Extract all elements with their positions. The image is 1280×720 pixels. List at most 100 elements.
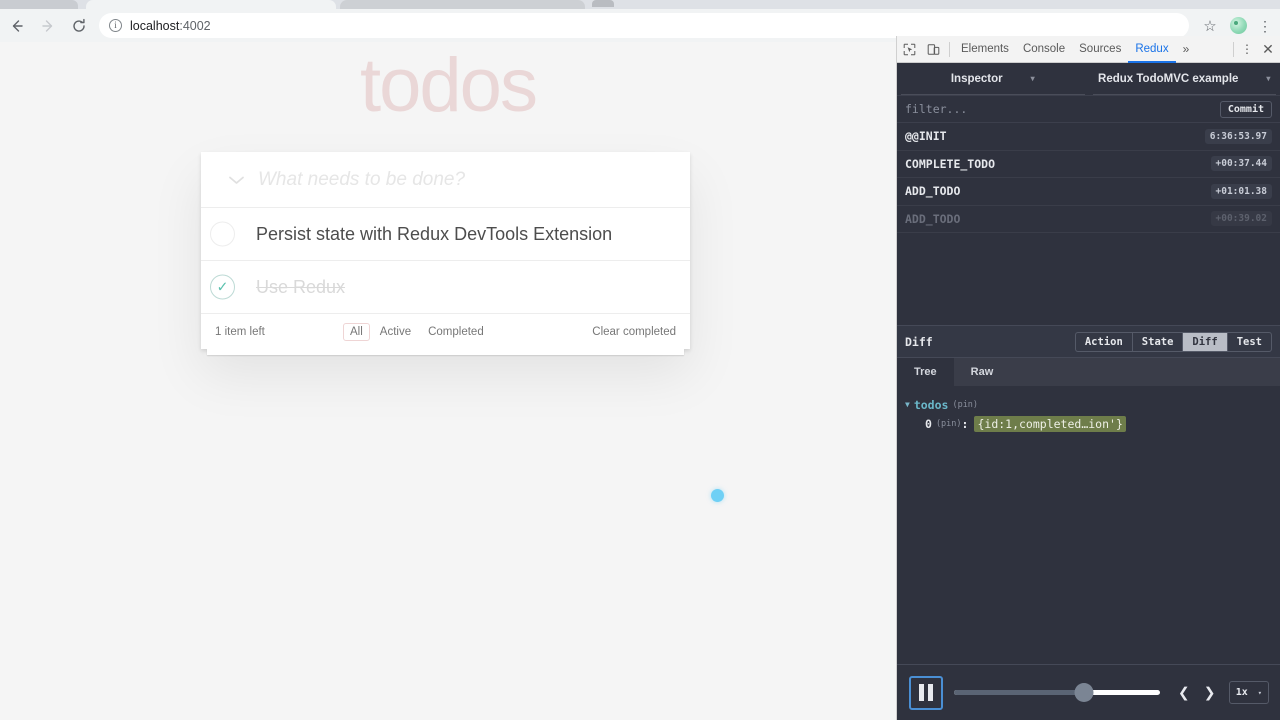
action-type: COMPLETE_TODO [905, 156, 996, 171]
todo-footer: 1 item left All Active Completed Clear c… [201, 314, 690, 349]
slider-thumb[interactable] [1074, 683, 1094, 702]
tree-child-row[interactable]: 0 (pin) : {id:1,completed…ion'} [905, 414, 1272, 433]
toolbar-divider [949, 41, 950, 57]
reload-icon[interactable] [65, 12, 93, 40]
tab-tree[interactable]: Tree [897, 358, 954, 386]
instance-select[interactable]: Redux TodoMVC example ▾ [1092, 63, 1276, 95]
tab-elements[interactable]: Elements [954, 36, 1016, 63]
action-timestamp: +01:01.38 [1210, 183, 1272, 199]
action-type: ADD_TODO [905, 184, 961, 199]
toolbar-right-actions: ☆ ⋮ [1197, 17, 1280, 35]
prev-action-icon[interactable]: ❮ [1171, 682, 1197, 704]
toolbar-divider [1233, 41, 1234, 57]
playback-speed-select[interactable]: 1x ▾ [1228, 681, 1269, 704]
timeline-slider[interactable] [954, 682, 1160, 704]
browser-tab-partial-2[interactable] [340, 0, 585, 9]
mouse-cursor-dot [711, 489, 724, 502]
action-row[interactable]: ADD_TODO +01:01.38 [897, 178, 1280, 206]
action-list: @@INIT 6:36:53.97 COMPLETE_TODO +00:37.4… [897, 123, 1280, 325]
filter-active[interactable]: Active [373, 323, 418, 341]
diff-view-tabs-fill [1010, 358, 1280, 386]
action-row[interactable]: COMPLETE_TODO +00:37.44 [897, 151, 1280, 178]
monitor-select[interactable]: Inspector ▾ [901, 63, 1085, 95]
filter-all[interactable]: All [343, 322, 370, 341]
todo-item-1[interactable]: Use Redux [201, 261, 690, 314]
diff-view-tabs: Tree Raw [897, 358, 1280, 386]
devtools-tab-bar: Elements Console Sources Redux » ⋮ ✕ [897, 36, 1280, 63]
action-timestamp: +00:39.02 [1210, 211, 1272, 227]
url-port: :4002 [179, 18, 211, 33]
playback-speed-label: 1x [1235, 687, 1248, 698]
inspector-tabs: Action State Diff Test [1074, 331, 1272, 352]
action-timestamp: +00:37.44 [1210, 156, 1272, 172]
pause-icon [919, 684, 924, 701]
todo-item-0[interactable]: Persist state with Redux DevTools Extens… [201, 208, 690, 261]
inspector-title: Diff [905, 334, 933, 349]
redux-extension-icon[interactable] [1230, 17, 1247, 34]
browser-tab-active[interactable] [86, 0, 336, 9]
commit-button[interactable]: Commit [1219, 100, 1272, 118]
triangle-down-icon[interactable]: ▼ [905, 400, 910, 409]
new-tab-button[interactable] [592, 0, 614, 7]
chevron-down-icon[interactable] [211, 152, 261, 208]
tab-raw[interactable]: Raw [954, 358, 1011, 386]
next-action-icon[interactable]: ❯ [1197, 682, 1223, 704]
inspect-element-icon[interactable] [897, 36, 921, 63]
bookmark-star-icon[interactable]: ☆ [1197, 17, 1223, 35]
tab-console[interactable]: Console [1016, 36, 1072, 63]
close-icon[interactable]: ✕ [1256, 41, 1280, 58]
devtools-menu-icon[interactable]: ⋮ [1238, 42, 1256, 56]
tree-value: {id:1,completed…ion'} [974, 415, 1126, 432]
more-tabs-icon[interactable]: » [1176, 42, 1197, 56]
todo-toggle-checkbox-checked[interactable] [210, 274, 235, 300]
clear-completed-button[interactable]: Clear completed [592, 326, 676, 338]
action-timestamp: 6:36:53.97 [1204, 128, 1272, 144]
diff-tree: ▼ todos (pin) 0 (pin) : {id:1,completed…… [897, 386, 1280, 442]
screen: i localhost:4002 ☆ ⋮ todos Persist state… [0, 0, 1280, 720]
filter-completed[interactable]: Completed [421, 323, 491, 341]
tab-test[interactable]: Test [1226, 331, 1272, 352]
pin-label[interactable]: (pin) [952, 400, 978, 410]
address-bar[interactable]: i localhost:4002 [99, 13, 1189, 38]
todo-item-label: Persist state with Redux DevTools Extens… [256, 224, 613, 244]
pause-button[interactable] [909, 675, 943, 710]
action-row-skipped[interactable]: ADD_TODO +00:39.02 [897, 206, 1280, 233]
new-todo-input[interactable] [258, 152, 680, 208]
tab-redux[interactable]: Redux [1128, 36, 1175, 63]
device-toolbar-icon[interactable] [921, 36, 945, 63]
tab-sources[interactable]: Sources [1072, 36, 1128, 63]
page-viewport: todos Persist state with Redux DevTools … [0, 42, 896, 720]
filter-input[interactable] [905, 102, 1220, 116]
instance-select-label: Redux TodoMVC example [1098, 72, 1239, 85]
browser-tab-partial-1[interactable] [0, 0, 78, 9]
page-title: todos [360, 43, 538, 128]
todo-count: 1 item left [215, 325, 265, 338]
site-info-icon[interactable]: i [109, 19, 122, 32]
devtools-right-actions: ⋮ ✕ [1229, 41, 1280, 58]
pin-label[interactable]: (pin) [936, 419, 962, 429]
browser-tab-strip [0, 0, 1280, 9]
todo-filters: All Active Completed [343, 322, 491, 341]
browser-menu-icon[interactable]: ⋮ [1254, 19, 1276, 33]
tree-index: 0 [925, 416, 932, 431]
time-travel-player-bar: ❮ ❯ 1x ▾ [897, 664, 1280, 720]
tree-root-row[interactable]: ▼ todos (pin) [905, 395, 1272, 414]
slider-fill [954, 690, 1084, 695]
pause-icon [928, 684, 933, 701]
todo-toggle-checkbox[interactable] [210, 221, 235, 247]
todoapp-card: Persist state with Redux DevTools Extens… [201, 152, 690, 355]
tab-diff[interactable]: Diff [1182, 331, 1227, 352]
action-filter-row: Commit [897, 96, 1280, 123]
action-row[interactable]: @@INIT 6:36:53.97 [897, 123, 1280, 151]
action-list-empty-space [897, 233, 1280, 325]
tree-key: todos [913, 397, 949, 412]
devtools-panel: Elements Console Sources Redux » ⋮ ✕ Ins… [896, 36, 1280, 720]
devtools-selectors: Inspector ▾ Redux TodoMVC example ▾ [897, 63, 1280, 96]
new-todo-row [201, 152, 690, 208]
chevron-down-icon: ▾ [1257, 688, 1262, 697]
tab-action[interactable]: Action [1074, 331, 1132, 352]
tab-state[interactable]: State [1131, 331, 1183, 352]
monitor-select-label: Inspector [950, 72, 1003, 85]
url-host: localhost [130, 18, 180, 33]
back-arrow-icon[interactable] [3, 12, 31, 40]
